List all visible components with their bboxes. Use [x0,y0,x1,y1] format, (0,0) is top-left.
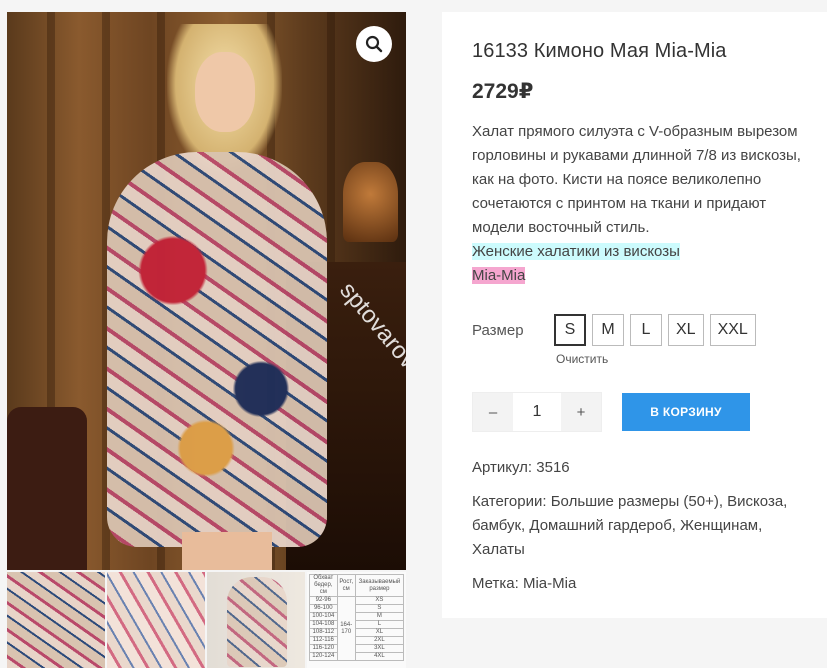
size-chart-cell: XS [354,596,405,605]
product-sku: Артикул: 3516 [472,459,570,476]
size-option-xxl[interactable]: XXL [709,314,756,346]
kimono-dress [107,152,327,547]
quantity-input[interactable] [513,393,561,431]
description-text: Халат прямого силуэта с V-образным вырез… [472,123,801,236]
size-chart-cell: 108-112 [309,628,338,637]
size-option-s[interactable]: S [554,314,586,346]
size-selector: Размер S M L XL XXL [472,314,827,346]
product-title: 16133 Кимоно Мая Mia-Mia [472,40,727,62]
size-options: S M L XL XXL [554,314,756,346]
product-main-image[interactable]: sptovarov.ru [7,12,406,570]
size-option-m[interactable]: M [592,314,624,346]
thumbnail-strip: Обхват бедер, см Рост, см Заказываемый р… [7,572,406,668]
size-chart-cell: 96-100 [309,604,338,613]
thumbnail-3[interactable] [207,572,305,668]
category-link-viscose-robes[interactable]: Женские халатики из вискозы [472,243,680,260]
product-description: Халат прямого силуэта с V-образным вырез… [472,120,817,288]
size-chart-cell: 120-124 [309,652,338,661]
product-tag[interactable]: Метка: Mia-Mia [472,572,817,596]
clear-selection-link[interactable]: Очистить [556,352,827,366]
size-chart-cell: 116-120 [309,644,338,653]
size-chart-cell: 3XL [354,644,405,653]
size-chart-height: 164-170 [336,596,356,661]
size-chart-header: Обхват бедер, см [309,574,338,597]
model-face [195,52,255,132]
thumbnail-2[interactable] [107,572,205,668]
size-chart-cell: 112-116 [309,636,338,645]
size-chart-cell: 4XL [354,652,405,661]
size-chart-table: Обхват бедер, см Рост, см Заказываемый р… [309,574,405,661]
size-chart-cell: XL [354,628,405,637]
size-option-xl[interactable]: XL [668,314,704,346]
product-page: sptovarov.ru Обхват бедер, см Рост, см З… [0,0,827,668]
model-legs [182,532,272,570]
zoom-button[interactable] [356,26,392,62]
size-chart-cell: 104-108 [309,620,338,629]
size-chart-cell: L [354,620,405,629]
size-chart-cell: S [354,604,405,613]
chair-prop [7,407,87,570]
brand-link-mia-mia[interactable]: Mia-Mia [472,267,526,284]
size-chart-cell: 100-104 [309,612,338,621]
telephone-prop [343,162,398,242]
product-gallery: sptovarov.ru Обхват бедер, см Рост, см З… [7,12,406,668]
size-chart-header: Рост, см [336,574,356,597]
quantity-increase-button[interactable]: + [561,393,601,431]
add-to-cart-row: – + В КОРЗИНУ [472,392,827,432]
quantity-stepper: – + [472,392,602,432]
product-price: 2729₽ [472,80,534,103]
size-option-l[interactable]: L [630,314,662,346]
product-meta: Артикул: 3516 Категории: Большие размеры… [472,456,817,596]
size-chart-cell: 2XL [354,636,405,645]
quantity-decrease-button[interactable]: – [473,393,513,431]
add-to-cart-button[interactable]: В КОРЗИНУ [622,393,750,431]
size-label: Размер [472,322,524,339]
thumbnail-1[interactable] [7,572,105,668]
search-icon [365,35,383,53]
thumbnail-size-chart[interactable]: Обхват бедер, см Рост, см Заказываемый р… [307,572,406,668]
product-summary: 16133 Кимоно Мая Mia-Mia 2729₽ Халат пря… [442,12,827,618]
product-categories[interactable]: Категории: Большие размеры (50+), Вискоз… [472,490,817,562]
size-chart-header: Заказываемый размер [354,574,405,597]
size-chart-cell: 92-96 [309,596,338,605]
size-chart-cell: M [354,612,405,621]
